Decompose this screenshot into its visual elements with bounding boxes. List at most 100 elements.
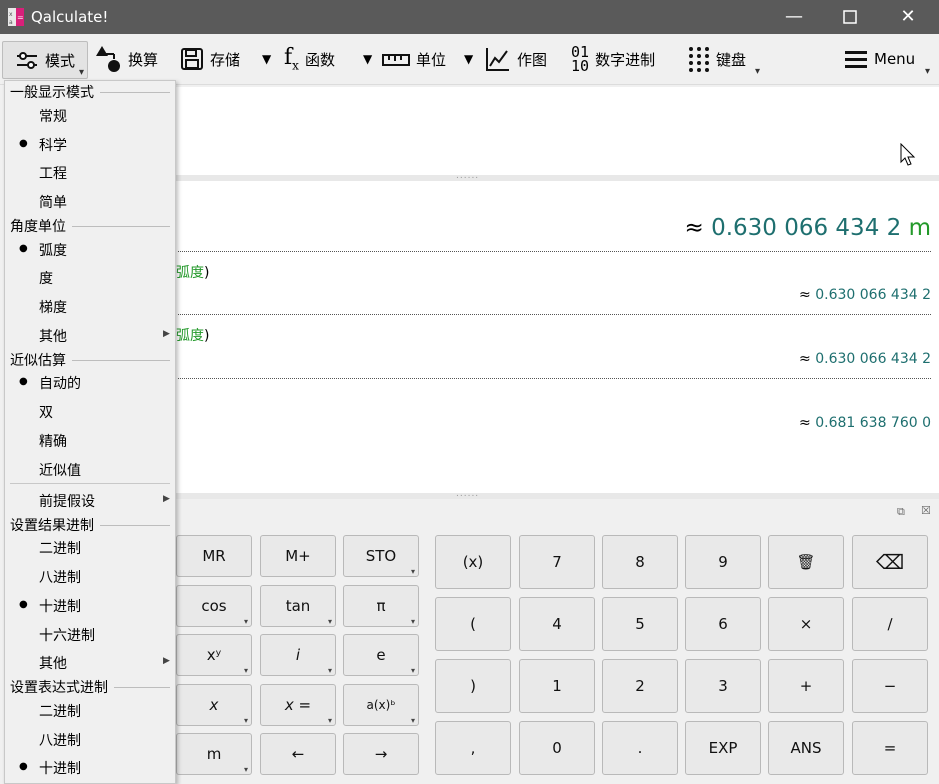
key-cursor-right[interactable]: → [343, 733, 419, 775]
store-button[interactable]: 存储 [180, 42, 240, 76]
float-icon[interactable]: ⧉ [897, 505, 905, 519]
units-dropdown-icon[interactable]: ▼ [464, 42, 473, 76]
key-e[interactable]: e ▾ [343, 634, 419, 676]
functions-dropdown-icon[interactable]: ▼ [363, 42, 372, 76]
menu-item-assumptions[interactable]: 前提假设 [39, 491, 95, 511]
keypad-grid-icon [689, 47, 709, 72]
key-divide[interactable]: ∕ [852, 597, 928, 651]
mode-button[interactable]: 模式 ▾ [2, 41, 88, 79]
menu-item-exact[interactable]: 精确 [39, 431, 67, 451]
units-button[interactable]: 单位 [382, 42, 446, 76]
menu-item-engineering[interactable]: 工程 [39, 163, 67, 183]
key-exp[interactable]: EXP [685, 721, 761, 775]
key-mr[interactable]: MR [176, 535, 252, 577]
menu-item-scientific[interactable]: 科学 [39, 135, 67, 155]
key-clear[interactable]: 🗑 [768, 535, 844, 589]
close-button[interactable]: ✕ [880, 0, 936, 34]
menu-item-simple[interactable]: 简单 [39, 192, 67, 212]
functions-button[interactable]: fx 函数 [284, 42, 335, 76]
key-menu-indicator: ▾ [243, 666, 248, 675]
key-multiply[interactable]: × [768, 597, 844, 651]
key-0[interactable]: 0 [519, 721, 595, 775]
key-7[interactable]: 7 [519, 535, 595, 589]
close-keypad-icon[interactable]: ☒ [921, 504, 931, 517]
main-result: ≈ 0.630 066 434 2 m [684, 215, 931, 241]
menu-item-auto[interactable]: 自动的 [39, 373, 81, 393]
key-3[interactable]: 3 [685, 659, 761, 713]
key-ans[interactable]: ANS [768, 721, 844, 775]
keypad-dropdown-icon[interactable]: ▾ [755, 66, 760, 77]
key-close-paren[interactable]: ) [435, 659, 511, 713]
svg-text:x: x [9, 11, 13, 18]
menu-button[interactable]: Menu [844, 42, 915, 76]
history-result[interactable]: ≈ 0.630 066 434 2 [799, 287, 931, 303]
menu-item-result-hex[interactable]: 十六进制 [39, 625, 95, 645]
key-cursor-left[interactable]: ← [260, 733, 336, 775]
key-8[interactable]: 8 [602, 535, 678, 589]
plot-label: 作图 [517, 50, 548, 69]
key-open-paren[interactable]: ( [435, 597, 511, 651]
key-m[interactable]: m ▾ [176, 733, 252, 775]
key-power[interactable]: xʸ ▾ [176, 634, 252, 676]
menu-item-dual[interactable]: 双 [39, 402, 53, 422]
key-sto[interactable]: STO ▾ [343, 535, 419, 577]
key-pi[interactable]: π ▾ [343, 585, 419, 627]
menu-item-expr-decimal[interactable]: 十进制 [39, 758, 81, 778]
maximize-button[interactable] [822, 0, 878, 34]
menu-dropdown-icon[interactable]: ▾ [925, 66, 930, 77]
key-plus[interactable]: + [768, 659, 844, 713]
key-x-equals[interactable]: x = ▾ [260, 684, 336, 726]
menu-item-approximate[interactable]: 近似值 [39, 460, 81, 480]
key-a-x-b[interactable]: a(x)ᵇ ▾ [343, 684, 419, 726]
key-minus[interactable]: − [852, 659, 928, 713]
bullet-icon: ● [19, 599, 28, 610]
menu-item-expr-binary[interactable]: 二进制 [39, 701, 81, 721]
key-imaginary[interactable]: i ▾ [260, 634, 336, 676]
menu-item-result-other[interactable]: 其他 [39, 653, 67, 673]
menu-item-normal[interactable]: 常规 [39, 106, 67, 126]
menu-item-gradians[interactable]: 梯度 [39, 297, 67, 317]
history-expression[interactable]: 弧度) [176, 262, 209, 282]
key-variable-x[interactable]: x ▾ [176, 684, 252, 726]
key-9[interactable]: 9 [685, 535, 761, 589]
key-4[interactable]: 4 [519, 597, 595, 651]
menu-item-degrees[interactable]: 度 [39, 268, 53, 288]
history-separator [178, 378, 931, 379]
plot-button[interactable]: 作图 [485, 42, 547, 76]
menu-item-result-decimal[interactable]: 十进制 [39, 596, 81, 616]
menu-item-radians[interactable]: 弧度 [39, 240, 67, 260]
key-5[interactable]: 5 [602, 597, 678, 651]
key-6[interactable]: 6 [685, 597, 761, 651]
history-expression[interactable]: 弧度) [176, 325, 209, 345]
keypad-button[interactable]: 键盘 [688, 42, 746, 76]
menu-item-result-octal[interactable]: 八进制 [39, 567, 81, 587]
convert-button[interactable]: 换算 [94, 42, 158, 76]
toolbar: 模式 ▾ 换算 存储 ▼ fx 函数 ▼ 单位 ▼ 作图 01 10 数字进制 … [0, 34, 939, 85]
submenu-arrow-icon: ▶ [163, 494, 170, 504]
key-paren-x[interactable]: (x) [435, 535, 511, 589]
history-result[interactable]: ≈ 0.681 638 760 0 [799, 415, 931, 431]
binary-icon: 01 10 [571, 43, 590, 75]
history-result[interactable]: ≈ 0.630 066 434 2 [799, 351, 931, 367]
key-tan[interactable]: tan ▾ [260, 585, 336, 627]
menu-item-expr-octal[interactable]: 八进制 [39, 730, 81, 750]
menu-item-angle-other[interactable]: 其他 [39, 326, 67, 346]
store-dropdown-icon[interactable]: ▼ [262, 42, 271, 76]
keypad: ⧉ ☒ MR M+ STO ▾ cos ▾ tan ▾ π ▾ xʸ ▾ i ▾ e ▾ x ▾ x = ▾ a(x)ᵇ… [176, 499, 939, 782]
key-backspace[interactable]: ⌫ [852, 535, 928, 589]
key-menu-indicator: ▾ [327, 666, 332, 675]
key-2[interactable]: 2 [602, 659, 678, 713]
key-1[interactable]: 1 [519, 659, 595, 713]
key-m-plus[interactable]: M+ [260, 535, 336, 577]
expression-input[interactable] [176, 87, 939, 175]
number-base-button[interactable]: 01 10 数字进制 [571, 42, 655, 76]
key-menu-indicator: ▾ [410, 567, 415, 576]
number-base-label: 数字进制 [595, 50, 656, 69]
function-icon: fx [284, 45, 299, 73]
minimize-button[interactable]: — [766, 0, 822, 34]
key-cos[interactable]: cos ▾ [176, 585, 252, 627]
key-equals[interactable]: = [852, 721, 928, 775]
menu-item-result-binary[interactable]: 二进制 [39, 538, 81, 558]
key-decimal-point[interactable]: . [602, 721, 678, 775]
key-comma[interactable]: , [435, 721, 511, 775]
